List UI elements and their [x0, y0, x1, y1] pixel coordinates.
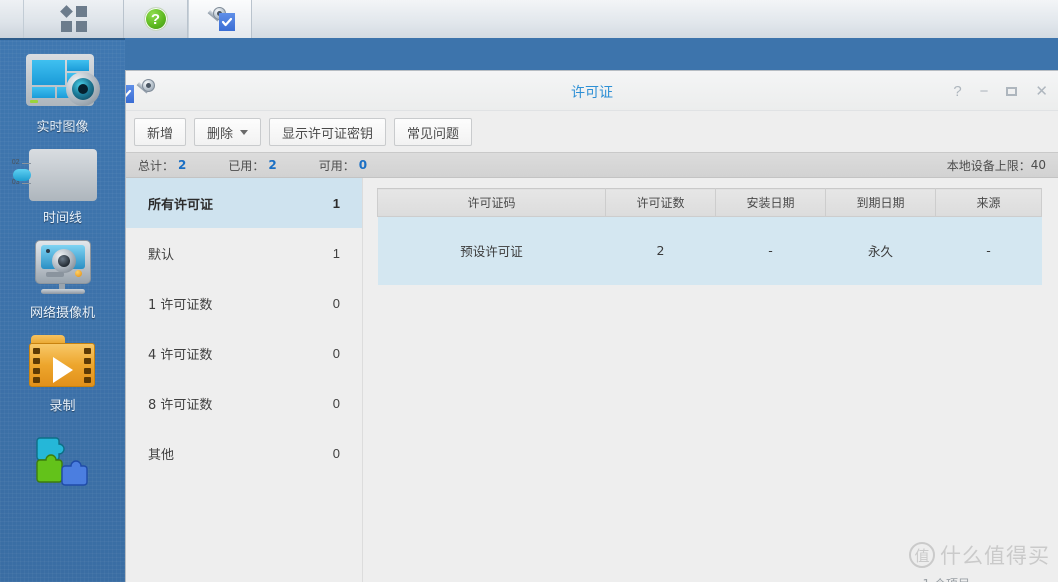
column-header-code[interactable]: 许可证码 — [377, 188, 606, 217]
license-table: 许可证码 许可证数 安装日期 到期日期 来源 预设许可证 2 - 永久 - — [377, 188, 1042, 285]
category-label: 4 许可证数 — [148, 347, 213, 363]
sidebar-label-recording: 录制 — [49, 399, 76, 414]
sidebar-item-ip-camera[interactable]: 网络摄像机 — [0, 226, 125, 321]
table-header-row: 许可证码 许可证数 安装日期 到期日期 来源 — [377, 188, 1042, 217]
license-content: 所有许可证 1 默认 1 1 许可证数 0 4 许可证数 0 8 许可证数 0 … — [126, 178, 1058, 582]
category-count: 0 — [332, 445, 340, 461]
category-count: 0 — [332, 395, 340, 411]
column-header-install-date[interactable]: 安装日期 — [715, 188, 826, 217]
chevron-down-icon — [240, 129, 249, 135]
category-row-8-licenses[interactable]: 8 许可证数 0 — [126, 378, 362, 428]
sidebar-label-ip-camera: 网络摄像机 — [29, 306, 95, 321]
sidebar-item-addons[interactable] — [0, 414, 125, 492]
delete-license-label: 删除 — [207, 126, 234, 142]
category-count: 1 — [332, 245, 340, 261]
cell-install-date: - — [715, 216, 826, 285]
license-window: 许可证 ? − ✕ 新增 删除 显示许可证密钥 常见问题 总计： 2 已用： 2 — [125, 70, 1058, 582]
tab-strip: ? — [0, 0, 1058, 38]
table-item-count: 1 个项目 — [923, 575, 970, 582]
category-row-all-licenses[interactable]: 所有许可证 1 — [126, 178, 362, 228]
add-license-label: 新增 — [147, 126, 174, 142]
license-category-list: 所有许可证 1 默认 1 1 许可证数 0 4 许可证数 0 8 许可证数 0 … — [126, 178, 363, 582]
window-titlebar: 许可证 ? − ✕ — [126, 71, 1058, 111]
window-controls: ? − ✕ — [953, 71, 1048, 111]
cell-source: - — [935, 216, 1042, 285]
column-header-expiry-date[interactable]: 到期日期 — [825, 188, 936, 217]
tab-dashboard[interactable] — [24, 0, 124, 38]
add-license-button[interactable]: 新增 — [134, 118, 187, 146]
license-toolbar: 新增 删除 显示许可证密钥 常见问题 — [126, 111, 1058, 149]
show-license-key-button[interactable]: 显示许可证密钥 — [269, 118, 387, 146]
status-device-limit-label: 本地设备上限： — [946, 158, 1031, 173]
window-title: 许可证 — [571, 85, 613, 101]
status-used: 已用： 2 — [228, 157, 276, 174]
status-total-value: 2 — [178, 158, 187, 172]
sidebar-label-live-view: 实时图像 — [36, 120, 89, 135]
category-row-default[interactable]: 默认 1 — [126, 228, 362, 278]
status-total-label: 总计： — [138, 158, 175, 173]
key-check-icon — [205, 6, 235, 32]
category-count: 0 — [332, 345, 340, 361]
window-maximize-button[interactable] — [1006, 86, 1018, 96]
table-row[interactable]: 预设许可证 2 - 永久 - — [377, 216, 1042, 285]
category-label: 所有许可证 — [148, 197, 214, 213]
main-sidebar: 实时图像 02 03 时间线 网络摄像机 — [0, 38, 125, 582]
ip-camera-icon — [29, 240, 97, 296]
sidebar-item-recording[interactable]: 录制 — [0, 321, 125, 414]
recording-folder-icon — [28, 335, 97, 389]
status-used-value: 2 — [268, 158, 277, 172]
live-view-icon — [25, 54, 100, 110]
timeline-icon: 02 03 — [12, 149, 97, 201]
category-row-other[interactable]: 其他 0 — [126, 428, 362, 478]
status-total: 总计： 2 — [138, 157, 186, 174]
category-row-4-licenses[interactable]: 4 许可证数 0 — [126, 328, 362, 378]
license-status-bar: 总计： 2 已用： 2 可用： 0 本地设备上限： 40 — [126, 152, 1058, 178]
category-row-1-license[interactable]: 1 许可证数 0 — [126, 278, 362, 328]
cell-code: 预设许可证 — [377, 216, 606, 285]
sidebar-label-timeline: 时间线 — [42, 211, 82, 226]
window-help-button[interactable]: ? — [953, 84, 961, 99]
tab-edge — [0, 0, 24, 38]
column-header-count[interactable]: 许可证数 — [605, 188, 716, 217]
status-available-value: 0 — [358, 158, 368, 172]
category-count: 0 — [332, 295, 340, 311]
delete-license-button[interactable]: 删除 — [194, 118, 262, 146]
window-close-button[interactable]: ✕ — [1035, 84, 1048, 99]
category-label: 默认 — [148, 247, 175, 263]
cell-expiry-date: 永久 — [825, 216, 936, 285]
puzzle-addon-icon — [28, 432, 98, 492]
help-icon: ? — [143, 7, 168, 31]
license-table-pane: 许可证码 许可证数 安装日期 到期日期 来源 预设许可证 2 - 永久 - — [363, 178, 1058, 582]
grid-icon — [59, 5, 87, 32]
category-label: 8 许可证数 — [148, 397, 213, 413]
sidebar-item-timeline[interactable]: 02 03 时间线 — [0, 135, 125, 226]
cell-count: 2 — [605, 216, 716, 285]
sidebar-item-live-view[interactable]: 实时图像 — [0, 40, 125, 135]
column-header-source[interactable]: 来源 — [935, 188, 1042, 217]
status-used-label: 已用： — [228, 158, 265, 173]
status-available: 可用： 0 — [319, 157, 367, 174]
status-device-limit-value: 40 — [1030, 158, 1046, 172]
status-available-label: 可用： — [318, 158, 355, 173]
category-count: 1 — [332, 195, 340, 211]
show-license-key-label: 显示许可证密钥 — [282, 126, 374, 142]
category-label: 1 许可证数 — [148, 297, 213, 313]
tab-strip-filler — [252, 0, 1058, 38]
window-minimize-button[interactable]: − — [980, 84, 989, 99]
status-device-limit: 本地设备上限： 40 — [947, 157, 1046, 174]
category-label: 其他 — [148, 447, 175, 463]
faq-button[interactable]: 常见问题 — [394, 118, 473, 146]
tab-license[interactable] — [188, 0, 252, 38]
faq-label: 常见问题 — [407, 126, 460, 142]
tab-help[interactable]: ? — [124, 0, 188, 38]
